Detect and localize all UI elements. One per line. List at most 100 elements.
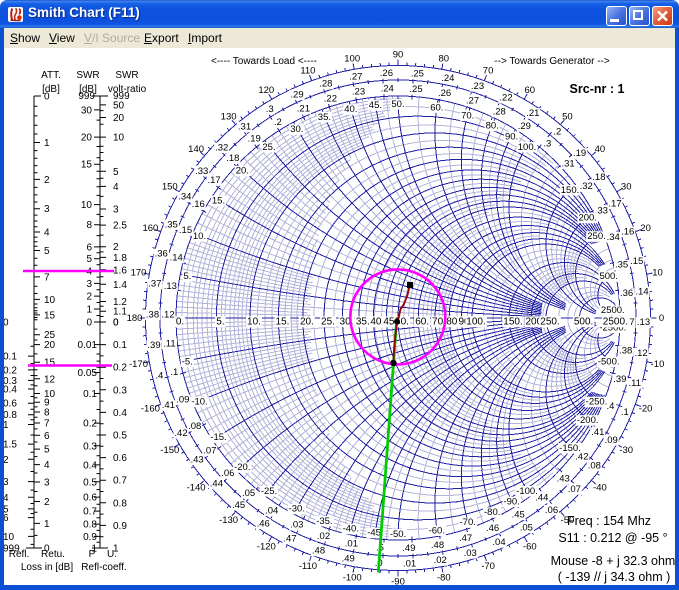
svg-text:Loss in [dB]: Loss in [dB] bbox=[21, 562, 73, 573]
svg-text:20: 20 bbox=[640, 223, 651, 234]
svg-text:50: 50 bbox=[562, 111, 573, 122]
svg-text:0.5: 0.5 bbox=[83, 477, 97, 488]
svg-text:0.8: 0.8 bbox=[113, 498, 127, 509]
svg-text:.08: .08 bbox=[588, 461, 601, 472]
svg-text:0.05: 0.05 bbox=[78, 368, 98, 379]
svg-text:ATT.: ATT. bbox=[41, 70, 61, 81]
svg-text:.42: .42 bbox=[174, 428, 187, 439]
svg-text:10: 10 bbox=[113, 133, 125, 144]
svg-text:35.: 35. bbox=[356, 317, 370, 328]
svg-text:2: 2 bbox=[44, 175, 50, 186]
svg-text:0: 0 bbox=[113, 318, 119, 329]
svg-text:.38: .38 bbox=[619, 346, 632, 357]
svg-text:.41: .41 bbox=[591, 427, 604, 438]
svg-text:-90.: -90. bbox=[503, 496, 519, 507]
svg-text:-20: -20 bbox=[639, 403, 653, 414]
svg-text:10.: 10. bbox=[193, 231, 206, 242]
svg-text:.38: .38 bbox=[146, 309, 159, 320]
svg-text:-70: -70 bbox=[481, 561, 495, 572]
svg-text:P: P bbox=[89, 549, 96, 560]
svg-text:0.2: 0.2 bbox=[113, 363, 127, 374]
svg-text:2: 2 bbox=[86, 292, 92, 303]
svg-text:.3: .3 bbox=[266, 104, 274, 115]
svg-text:10.: 10. bbox=[247, 317, 261, 328]
svg-text:.04: .04 bbox=[265, 505, 278, 516]
svg-text:60.: 60. bbox=[415, 317, 429, 328]
svg-text:0.: 0. bbox=[176, 317, 184, 328]
svg-text:.02: .02 bbox=[434, 555, 447, 566]
svg-text:.47: .47 bbox=[459, 533, 472, 544]
svg-text:25.: 25. bbox=[321, 317, 335, 328]
svg-text:U.: U. bbox=[107, 549, 117, 560]
svg-text:5: 5 bbox=[86, 254, 92, 265]
svg-text:3: 3 bbox=[44, 204, 50, 215]
svg-text:0.7: 0.7 bbox=[83, 507, 97, 518]
svg-text:1: 1 bbox=[44, 519, 50, 530]
svg-text:.34: .34 bbox=[607, 232, 620, 243]
svg-text:-80.: -80. bbox=[484, 507, 500, 518]
svg-text:.3: .3 bbox=[543, 138, 551, 149]
svg-text:20.: 20. bbox=[236, 166, 249, 177]
svg-text:250.: 250. bbox=[587, 231, 606, 242]
svg-text:1.5: 1.5 bbox=[3, 440, 17, 451]
svg-text:70: 70 bbox=[483, 66, 494, 77]
svg-text:80.: 80. bbox=[486, 121, 499, 132]
svg-text:--> Towards Generator -->: --> Towards Generator --> bbox=[494, 56, 610, 67]
svg-text:90.: 90. bbox=[505, 131, 518, 142]
svg-text:.1: .1 bbox=[621, 407, 629, 418]
svg-text:S11 : 0.212 @ -95 °: S11 : 0.212 @ -95 ° bbox=[558, 531, 667, 545]
svg-text:130: 130 bbox=[221, 111, 237, 122]
svg-text:-5.: -5. bbox=[182, 356, 193, 367]
svg-text:-100.: -100. bbox=[516, 486, 538, 497]
svg-text:.26: .26 bbox=[380, 68, 393, 79]
svg-text:15: 15 bbox=[44, 358, 56, 369]
svg-text:40.: 40. bbox=[344, 104, 357, 115]
svg-text:2500.: 2500. bbox=[601, 305, 625, 316]
svg-text:7: 7 bbox=[44, 419, 50, 430]
svg-text:1.8: 1.8 bbox=[113, 253, 127, 264]
svg-text:Mouse -8 + j 32.3 ohm: Mouse -8 + j 32.3 ohm bbox=[551, 554, 676, 568]
svg-text:.16: .16 bbox=[621, 226, 634, 237]
svg-text:.01: .01 bbox=[403, 558, 416, 569]
svg-text:.18: .18 bbox=[592, 172, 605, 183]
svg-text:1.1: 1.1 bbox=[113, 307, 127, 318]
svg-text:10: 10 bbox=[3, 532, 15, 543]
svg-text:-130: -130 bbox=[219, 515, 238, 526]
svg-text:3: 3 bbox=[44, 478, 50, 489]
svg-text:6: 6 bbox=[86, 242, 92, 253]
svg-text:-40.: -40. bbox=[343, 524, 359, 535]
svg-text:30: 30 bbox=[81, 105, 93, 116]
svg-text:100.: 100. bbox=[466, 317, 485, 328]
svg-text:Retu.: Retu. bbox=[41, 549, 65, 560]
svg-text:.23: .23 bbox=[352, 87, 365, 98]
svg-text:170: 170 bbox=[131, 267, 147, 278]
svg-text:.17: .17 bbox=[207, 175, 220, 186]
svg-text:-25.: -25. bbox=[261, 486, 277, 497]
svg-text:-80: -80 bbox=[437, 573, 451, 584]
svg-text:1: 1 bbox=[86, 305, 92, 316]
svg-text:.36: .36 bbox=[155, 248, 168, 259]
svg-text:5: 5 bbox=[44, 246, 50, 257]
svg-text:.44: .44 bbox=[210, 478, 223, 489]
svg-text:.07: .07 bbox=[203, 446, 216, 457]
svg-text:.12: .12 bbox=[634, 348, 647, 359]
svg-text:.2: .2 bbox=[553, 127, 561, 138]
svg-text:.28: .28 bbox=[319, 79, 332, 90]
svg-text:.48: .48 bbox=[312, 546, 325, 557]
svg-text:0.6: 0.6 bbox=[3, 399, 17, 410]
svg-text:( -139 // j 34.3 ohm ): ( -139 // j 34.3 ohm ) bbox=[558, 570, 671, 584]
svg-text:.22: .22 bbox=[499, 93, 512, 104]
svg-text:.02: .02 bbox=[317, 531, 330, 542]
svg-text:.48: .48 bbox=[431, 540, 444, 551]
svg-text:.31: .31 bbox=[238, 122, 251, 133]
svg-text:10: 10 bbox=[44, 295, 56, 306]
svg-text:45.: 45. bbox=[369, 100, 382, 111]
svg-text:50: 50 bbox=[113, 100, 125, 111]
svg-text:20.: 20. bbox=[300, 317, 314, 328]
svg-text:.12: .12 bbox=[161, 310, 174, 321]
svg-text:3: 3 bbox=[113, 205, 119, 216]
svg-text:10: 10 bbox=[81, 200, 93, 211]
svg-text:15: 15 bbox=[81, 160, 93, 171]
svg-text:.11: .11 bbox=[163, 338, 176, 349]
svg-text:.45: .45 bbox=[232, 500, 245, 511]
